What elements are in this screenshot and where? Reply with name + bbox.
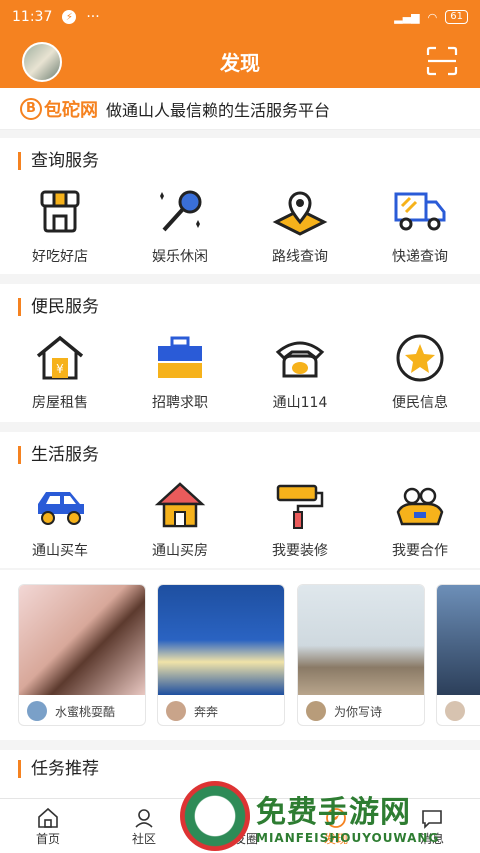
brand-slogan: 做通山人最信赖的生活服务平台	[106, 100, 331, 120]
card-avatar	[166, 701, 186, 721]
photo-card[interactable]	[436, 584, 480, 726]
card-image	[158, 585, 284, 695]
service-decoration[interactable]: 我要装修	[240, 478, 360, 560]
truck-icon	[394, 192, 446, 231]
more-notifications-icon: ···	[86, 9, 100, 25]
battery-icon: 61	[445, 10, 468, 24]
house-yen-icon: ¥	[36, 335, 84, 380]
life-services-section: 生活服务 通山买车 通山买房 我要装修 我要合作	[0, 432, 480, 568]
brand-banner[interactable]: B 包砣网 做通山人最信赖的生活服务平台	[0, 88, 480, 130]
service-info[interactable]: 便民信息	[360, 330, 480, 412]
telephone-icon	[275, 341, 325, 378]
service-entertainment[interactable]: 娱乐休闲	[120, 184, 240, 266]
service-label: 通山114	[272, 395, 328, 411]
tab-label: 首页	[35, 831, 60, 846]
service-114[interactable]: 通山114	[240, 330, 360, 412]
service-buy-house[interactable]: 通山买房	[120, 478, 240, 560]
brand-name: 包砣网	[44, 99, 98, 121]
notification-icon: ⚡	[62, 10, 77, 24]
section-title: 查询服务	[18, 152, 99, 170]
card-username: 为你写诗	[334, 704, 383, 719]
car-icon	[38, 492, 84, 525]
top-bar: 发现	[0, 34, 480, 88]
card-username: 水蜜桃耍酷	[55, 704, 116, 719]
service-label: 快递查询	[392, 249, 448, 265]
svg-text:¥: ¥	[56, 362, 64, 376]
shop-icon	[40, 190, 80, 233]
scan-icon[interactable]	[426, 46, 458, 76]
convenience-services-section: 便民服务 ¥ 房屋租售 招聘求职 通山114 便民信息	[0, 284, 480, 422]
service-label: 我要合作	[392, 543, 448, 559]
map-pin-icon	[272, 191, 328, 236]
tab-label: 社区	[131, 831, 156, 846]
service-label: 房屋租售	[32, 395, 88, 411]
page-title: 发现	[220, 50, 260, 75]
service-label: 娱乐休闲	[152, 249, 208, 265]
home-icon	[154, 482, 206, 528]
service-label: 便民信息	[392, 395, 448, 411]
card-image	[19, 585, 145, 695]
card-username: 奔奔	[194, 704, 219, 719]
star-circle-icon	[396, 334, 444, 382]
microphone-icon	[160, 190, 202, 232]
service-cooperation[interactable]: 我要合作	[360, 478, 480, 560]
card-avatar	[445, 701, 465, 721]
service-route[interactable]: 路线查询	[240, 184, 360, 266]
briefcase-icon	[158, 336, 202, 378]
tab-community[interactable]: 社区	[96, 799, 192, 853]
service-label: 招聘求职	[152, 395, 208, 411]
card-avatar	[27, 701, 47, 721]
service-label: 路线查询	[272, 249, 328, 265]
service-buy-car[interactable]: 通山买车	[0, 478, 120, 560]
section-title: 便民服务	[18, 298, 99, 316]
service-housing[interactable]: ¥ 房屋租售	[0, 330, 120, 412]
watermark: 免费手游网 MIANFEISHOUYOUWANG	[180, 778, 480, 853]
service-express[interactable]: 快递查询	[360, 184, 480, 266]
status-time: 11:37	[12, 9, 53, 25]
user-avatar[interactable]	[22, 42, 62, 82]
service-label: 通山买车	[32, 543, 88, 559]
watermark-logo-icon	[180, 780, 250, 851]
card-image	[298, 585, 424, 695]
section-title: 任务推荐	[18, 760, 99, 778]
photo-card[interactable]: 水蜜桃耍酷	[18, 584, 146, 726]
wifi-icon: ◠	[427, 10, 438, 24]
photo-cards-row: 水蜜桃耍酷 奔奔 为你写诗	[0, 570, 480, 740]
home-tab-icon	[38, 807, 58, 828]
service-jobs[interactable]: 招聘求职	[120, 330, 240, 412]
tab-home[interactable]: 首页	[0, 799, 96, 853]
service-label: 通山买房	[152, 543, 208, 559]
section-title: 生活服务	[18, 446, 99, 464]
signal-icon: ▂▄▆	[394, 10, 420, 24]
watermark-subtitle: MIANFEISHOUYOUWANG	[256, 830, 440, 845]
watermark-title: 免费手游网	[256, 794, 411, 830]
card-avatar	[306, 701, 326, 721]
query-services-section: 查询服务 好吃好店 娱乐休闲 路线查询 快递查询	[0, 138, 480, 274]
brand-letter: B	[20, 97, 42, 120]
service-shop[interactable]: 好吃好店	[0, 184, 120, 266]
photo-card[interactable]: 为你写诗	[297, 584, 425, 726]
community-icon	[135, 808, 153, 828]
partner-icon	[396, 487, 444, 526]
service-label: 好吃好店	[32, 249, 88, 265]
service-label: 我要装修	[272, 543, 328, 559]
photo-card[interactable]: 奔奔	[157, 584, 285, 726]
brand-logo: B 包砣网	[20, 96, 98, 122]
status-bar: 11:37 ⚡ ··· ▂▄▆ ◠ 61	[0, 0, 480, 34]
paint-roller-icon	[276, 484, 324, 529]
card-image	[437, 585, 480, 695]
